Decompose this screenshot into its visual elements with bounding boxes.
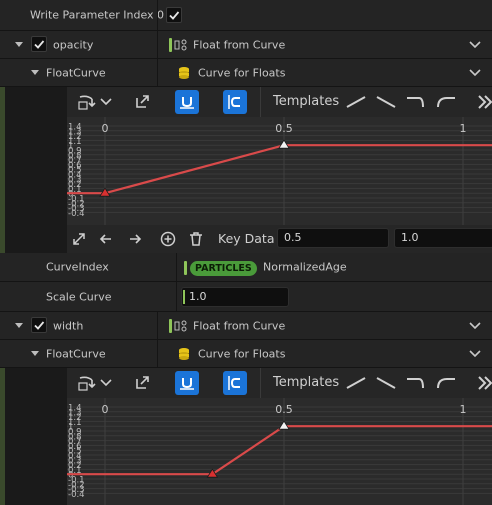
x-tick-label: 0.5 bbox=[275, 403, 293, 416]
more-templates-icon[interactable] bbox=[477, 376, 492, 390]
chevron-down-icon[interactable] bbox=[469, 322, 481, 330]
x-tick-label: 0.5 bbox=[275, 122, 293, 135]
fit-horizontal-button[interactable] bbox=[175, 371, 199, 395]
curveindex-value[interactable]: NormalizedAge bbox=[263, 261, 347, 274]
curve-options-icon[interactable] bbox=[77, 374, 97, 392]
collapse-arrow-icon[interactable] bbox=[15, 323, 23, 328]
magnet-horizontal-icon bbox=[180, 97, 194, 109]
write-param-label: Write Parameter Index 0 bbox=[30, 8, 165, 22]
check-icon bbox=[34, 321, 45, 330]
fit-horizontal-button[interactable] bbox=[175, 90, 199, 114]
curve-asset-icon bbox=[179, 348, 189, 360]
template-linear-down-icon[interactable] bbox=[375, 376, 397, 390]
opacity-floatcurve-row: FloatCurve Curve for Floats bbox=[0, 59, 492, 87]
curve-asset-icon bbox=[179, 67, 189, 79]
width-label: width bbox=[53, 319, 84, 332]
magnet-vertical-icon bbox=[228, 376, 240, 390]
x-tick-label: 1 bbox=[460, 122, 467, 135]
y-tick-label: -0.4 bbox=[68, 490, 85, 500]
curve-graph-canvas[interactable]: 1.41.31.21.110.90.80.70.60.50.40.30.20.1… bbox=[67, 117, 492, 225]
dynamic-input-icon bbox=[174, 39, 187, 51]
curve-toolbar: Templates bbox=[67, 368, 492, 398]
key-data-bar: Key Data 0.5 1.0 bbox=[67, 225, 492, 253]
curve-options-icon[interactable] bbox=[77, 93, 97, 111]
width-checkbox[interactable] bbox=[31, 317, 47, 333]
type-indicator bbox=[169, 319, 172, 333]
templates-label: Templates bbox=[273, 94, 340, 109]
open-in-editor-icon[interactable] bbox=[135, 94, 150, 109]
chevron-down-icon[interactable] bbox=[469, 69, 481, 77]
magnet-vertical-icon bbox=[228, 95, 240, 109]
curve-type-dropdown[interactable]: Curve for Floats bbox=[198, 66, 285, 79]
scalecurve-input[interactable]: 1.0 bbox=[181, 287, 289, 307]
add-key-icon[interactable] bbox=[160, 231, 176, 247]
write-param-row: Write Parameter Index 0 bbox=[0, 0, 492, 31]
template-linear-down-icon[interactable] bbox=[375, 95, 397, 109]
x-tick-label: 0 bbox=[102, 122, 109, 135]
curve-graph-canvas[interactable]: 1.41.31.21.110.90.80.70.60.50.40.30.20.1… bbox=[67, 398, 492, 505]
template-linear-up-icon[interactable] bbox=[345, 95, 367, 109]
floatcurve-label: FloatCurve bbox=[46, 347, 106, 360]
key-value-input[interactable]: 1.0 bbox=[394, 228, 492, 248]
curveindex-label: CurveIndex bbox=[46, 260, 109, 274]
dynamic-input-icon bbox=[174, 320, 187, 332]
curveindex-row: CurveIndex PARTICLES NormalizedAge bbox=[0, 253, 492, 282]
chevron-down-icon[interactable] bbox=[100, 98, 112, 106]
chevron-down-icon[interactable] bbox=[100, 379, 112, 387]
width-curve-graph[interactable]: 1.4 1.3 1.2 1.1 1 0.9 0.8 0.7 0.6 0.5 0.4 0.3 0.2 0.1… bbox=[67, 398, 492, 505]
open-in-editor-icon[interactable] bbox=[135, 375, 150, 390]
collapse-arrow-icon[interactable] bbox=[31, 351, 39, 356]
opacity-label: opacity bbox=[53, 38, 94, 51]
width-source-dropdown[interactable]: Float from Curve bbox=[193, 319, 285, 332]
zoom-to-fit-icon[interactable] bbox=[72, 232, 86, 246]
template-ease-out-icon[interactable] bbox=[435, 95, 457, 109]
chevron-down-icon[interactable] bbox=[469, 350, 481, 358]
opacity-checkbox[interactable] bbox=[31, 36, 47, 52]
templates-label: Templates bbox=[273, 375, 340, 390]
x-tick-label: 1 bbox=[460, 403, 467, 416]
fit-vertical-button[interactable] bbox=[223, 371, 247, 395]
template-ease-in-icon[interactable] bbox=[405, 95, 427, 109]
opacity-row: opacity Float from Curve bbox=[0, 31, 492, 59]
collapse-arrow-icon[interactable] bbox=[15, 42, 23, 47]
type-indicator bbox=[169, 38, 172, 52]
fit-vertical-button[interactable] bbox=[223, 90, 247, 114]
next-key-icon[interactable] bbox=[128, 232, 142, 246]
delete-key-icon[interactable] bbox=[188, 231, 204, 247]
scalecurve-label: Scale Curve bbox=[46, 290, 112, 303]
y-tick-label: -0.4 bbox=[68, 209, 85, 219]
particles-badge: PARTICLES bbox=[190, 261, 257, 276]
template-linear-up-icon[interactable] bbox=[345, 376, 367, 390]
more-templates-icon[interactable] bbox=[477, 95, 492, 109]
template-ease-in-icon[interactable] bbox=[405, 376, 427, 390]
previous-key-icon[interactable] bbox=[99, 232, 113, 246]
curve-type-dropdown[interactable]: Curve for Floats bbox=[198, 347, 285, 360]
check-icon bbox=[169, 11, 180, 20]
collapse-arrow-icon[interactable] bbox=[31, 70, 39, 75]
curve-toolbar: Templates bbox=[67, 87, 492, 117]
width-row: width Float from Curve bbox=[0, 312, 492, 340]
key-data-label: Key Data bbox=[218, 231, 275, 246]
width-floatcurve-row: FloatCurve Curve for Floats bbox=[0, 340, 492, 368]
check-icon bbox=[34, 40, 45, 49]
opacity-curve-graph[interactable]: 1.4 1.3 1.2 1.1 1 0.9 0.8 0.7 0.6 0.5 0.4 0.3 0.2 0.1… bbox=[67, 117, 492, 225]
chevron-down-icon[interactable] bbox=[469, 41, 481, 49]
magnet-horizontal-icon bbox=[180, 378, 194, 390]
scalecurve-value: 1.0 bbox=[189, 290, 207, 303]
x-tick-label: 0 bbox=[102, 403, 109, 416]
key-time-input[interactable]: 0.5 bbox=[277, 228, 389, 248]
type-indicator bbox=[184, 261, 187, 275]
floatcurve-label: FloatCurve bbox=[46, 66, 106, 79]
template-ease-out-icon[interactable] bbox=[435, 376, 457, 390]
opacity-source-dropdown[interactable]: Float from Curve bbox=[193, 38, 285, 51]
write-param-checkbox[interactable] bbox=[166, 7, 182, 23]
scalecurve-row: Scale Curve 1.0 bbox=[0, 282, 492, 312]
